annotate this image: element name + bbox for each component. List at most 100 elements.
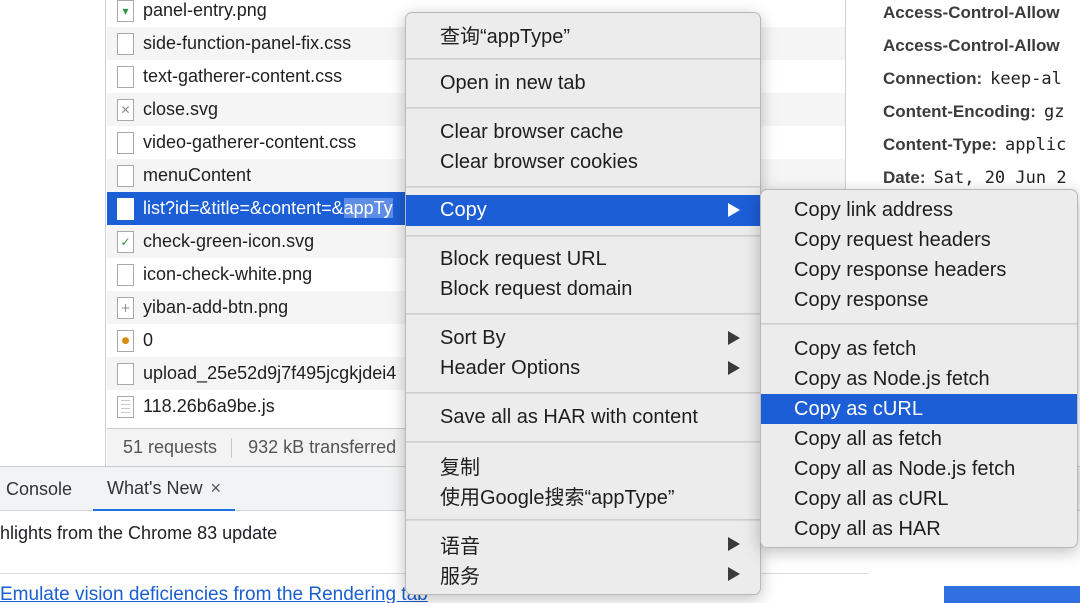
menu-item-services[interactable]: 服务	[406, 559, 760, 589]
submenu-arrow-icon	[728, 331, 740, 345]
menu-item-lookup[interactable]: 查询“appType”	[406, 19, 760, 49]
request-name: upload_25e52d9j7f495jcgkjdei4	[143, 363, 397, 383]
header-row: Access-Control-Allow	[883, 29, 1068, 62]
menu-separator	[406, 441, 760, 443]
whats-new-heading: hlights from the Chrome 83 update	[0, 523, 278, 543]
menu-separator	[406, 235, 760, 237]
menu-item-services-label: 服务	[440, 565, 480, 588]
menu-item-copy-as-fetch[interactable]: Copy as fetch	[761, 334, 1077, 364]
request-name: check-green-icon.svg	[143, 231, 315, 251]
feature-image	[944, 586, 1080, 603]
menu-item-sort-by[interactable]: Sort By	[406, 323, 760, 353]
menu-item-speech[interactable]: 语音	[406, 529, 760, 559]
menu-item-copy-cn[interactable]: 复制	[406, 450, 760, 480]
request-name: side-function-panel-fix.css	[143, 33, 352, 53]
submenu-arrow-icon	[728, 567, 740, 581]
request-name: list?id=&title=&content=&appTy	[143, 198, 393, 219]
file-icon	[117, 65, 134, 88]
request-name: panel-entry.png	[143, 0, 267, 20]
menu-item-block-domain[interactable]: Block request domain	[406, 274, 760, 304]
file-icon	[117, 164, 134, 187]
menu-item-copy-response-headers[interactable]: Copy response headers	[761, 255, 1077, 285]
context-menu: 查询“appType” Open in new tab Clear browse…	[405, 12, 761, 595]
check-icon: ✓	[117, 230, 134, 253]
plus-file-icon: +	[117, 296, 134, 319]
header-key: Content-Type:	[883, 134, 997, 154]
request-name: text-gatherer-content.css	[143, 66, 343, 86]
request-name: yiban-add-btn.png	[143, 297, 289, 317]
menu-item-copy-all-as-node-fetch[interactable]: Copy all as Node.js fetch	[761, 454, 1077, 484]
header-value: Sat, 20 Jun 2	[933, 167, 1067, 188]
menu-separator	[406, 186, 760, 188]
tab-console[interactable]: Console	[6, 467, 72, 512]
file-icon	[117, 131, 134, 154]
menu-item-open-new-tab[interactable]: Open in new tab	[406, 68, 760, 98]
menu-item-clear-cache[interactable]: Clear browser cache	[406, 117, 760, 147]
copy-submenu: Copy link address Copy request headers C…	[760, 189, 1078, 548]
menu-separator	[406, 313, 760, 315]
menu-item-block-url[interactable]: Block request URL	[406, 244, 760, 274]
header-row: Connection: keep-al	[883, 62, 1062, 95]
left-gutter	[0, 0, 106, 466]
header-row: Access-Control-Allow	[883, 0, 1068, 29]
selected-text-highlight: appTy	[343, 198, 393, 218]
header-key: Date:	[883, 167, 926, 187]
request-name: close.svg	[143, 99, 219, 119]
menu-separator	[406, 392, 760, 394]
menu-item-header-options[interactable]: Header Options	[406, 353, 760, 383]
menu-item-copy[interactable]: Copy	[406, 195, 760, 226]
menu-item-copy-all-as-har[interactable]: Copy all as HAR	[761, 514, 1077, 544]
submenu-arrow-icon	[728, 203, 740, 217]
header-key: Access-Control-Allow	[883, 35, 1060, 55]
menu-item-google-search[interactable]: 使用Google搜索“appType”	[406, 480, 760, 510]
header-key: Access-Control-Allow	[883, 2, 1060, 22]
menu-item-speech-label: 语音	[440, 535, 480, 558]
menu-item-copy-all-as-fetch[interactable]: Copy all as fetch	[761, 424, 1077, 454]
menu-separator	[406, 58, 760, 60]
tab-whats-new-label: What's New	[107, 477, 203, 498]
menu-item-copy-request-headers[interactable]: Copy request headers	[761, 225, 1077, 255]
tab-console-label: Console	[6, 479, 73, 499]
transferred-size: 932 kB transferred	[248, 437, 397, 457]
menu-item-copy-as-curl[interactable]: Copy as cURL	[761, 394, 1077, 424]
menu-item-save-har[interactable]: Save all as HAR with content	[406, 402, 760, 432]
menu-separator	[406, 519, 760, 521]
request-count: 51 requests	[123, 437, 218, 457]
feature-link[interactable]: Emulate vision deficiencies from the Ren…	[0, 584, 428, 603]
header-row: Content-Encoding: gz	[883, 95, 1064, 128]
menu-item-copy-link[interactable]: Copy link address	[761, 195, 1077, 225]
file-icon	[117, 362, 134, 385]
header-key: Content-Encoding:	[883, 101, 1036, 121]
header-value: keep-al	[990, 68, 1062, 89]
request-name: video-gatherer-content.css	[143, 132, 357, 152]
submenu-arrow-icon	[728, 361, 740, 375]
close-icon[interactable]: ×	[210, 478, 221, 499]
request-name: menuContent	[143, 165, 252, 185]
request-name: 118.26b6a9be.js	[143, 396, 275, 416]
header-key: Connection:	[883, 68, 983, 88]
file-icon	[117, 263, 134, 286]
menu-item-sort-by-label: Sort By	[440, 326, 506, 349]
script-file-icon	[117, 395, 134, 418]
request-name: icon-check-white.png	[143, 264, 313, 284]
image-file-icon: ▾	[117, 0, 134, 22]
svg-file-icon: ✕	[117, 98, 134, 121]
request-name: 0	[143, 330, 154, 350]
header-value: gz	[1043, 101, 1065, 122]
header-row: Content-Type: applic	[883, 128, 1066, 161]
header-value: applic	[1004, 134, 1067, 155]
menu-item-copy-all-as-curl[interactable]: Copy all as cURL	[761, 484, 1077, 514]
menu-separator	[761, 323, 1077, 325]
tab-whats-new[interactable]: What's New ×	[93, 467, 235, 511]
menu-item-copy-label: Copy	[440, 199, 487, 221]
file-icon	[117, 32, 134, 55]
menu-item-copy-response[interactable]: Copy response	[761, 285, 1077, 315]
menu-item-clear-cookies[interactable]: Clear browser cookies	[406, 147, 760, 177]
request-name-text: list?id=&title=&content=&	[143, 198, 344, 218]
file-icon	[117, 197, 134, 220]
menu-separator	[406, 107, 760, 109]
submenu-arrow-icon	[728, 537, 740, 551]
menu-item-copy-as-node-fetch[interactable]: Copy as Node.js fetch	[761, 364, 1077, 394]
menu-item-header-options-label: Header Options	[440, 356, 581, 379]
image-file-icon: ●	[117, 329, 134, 352]
